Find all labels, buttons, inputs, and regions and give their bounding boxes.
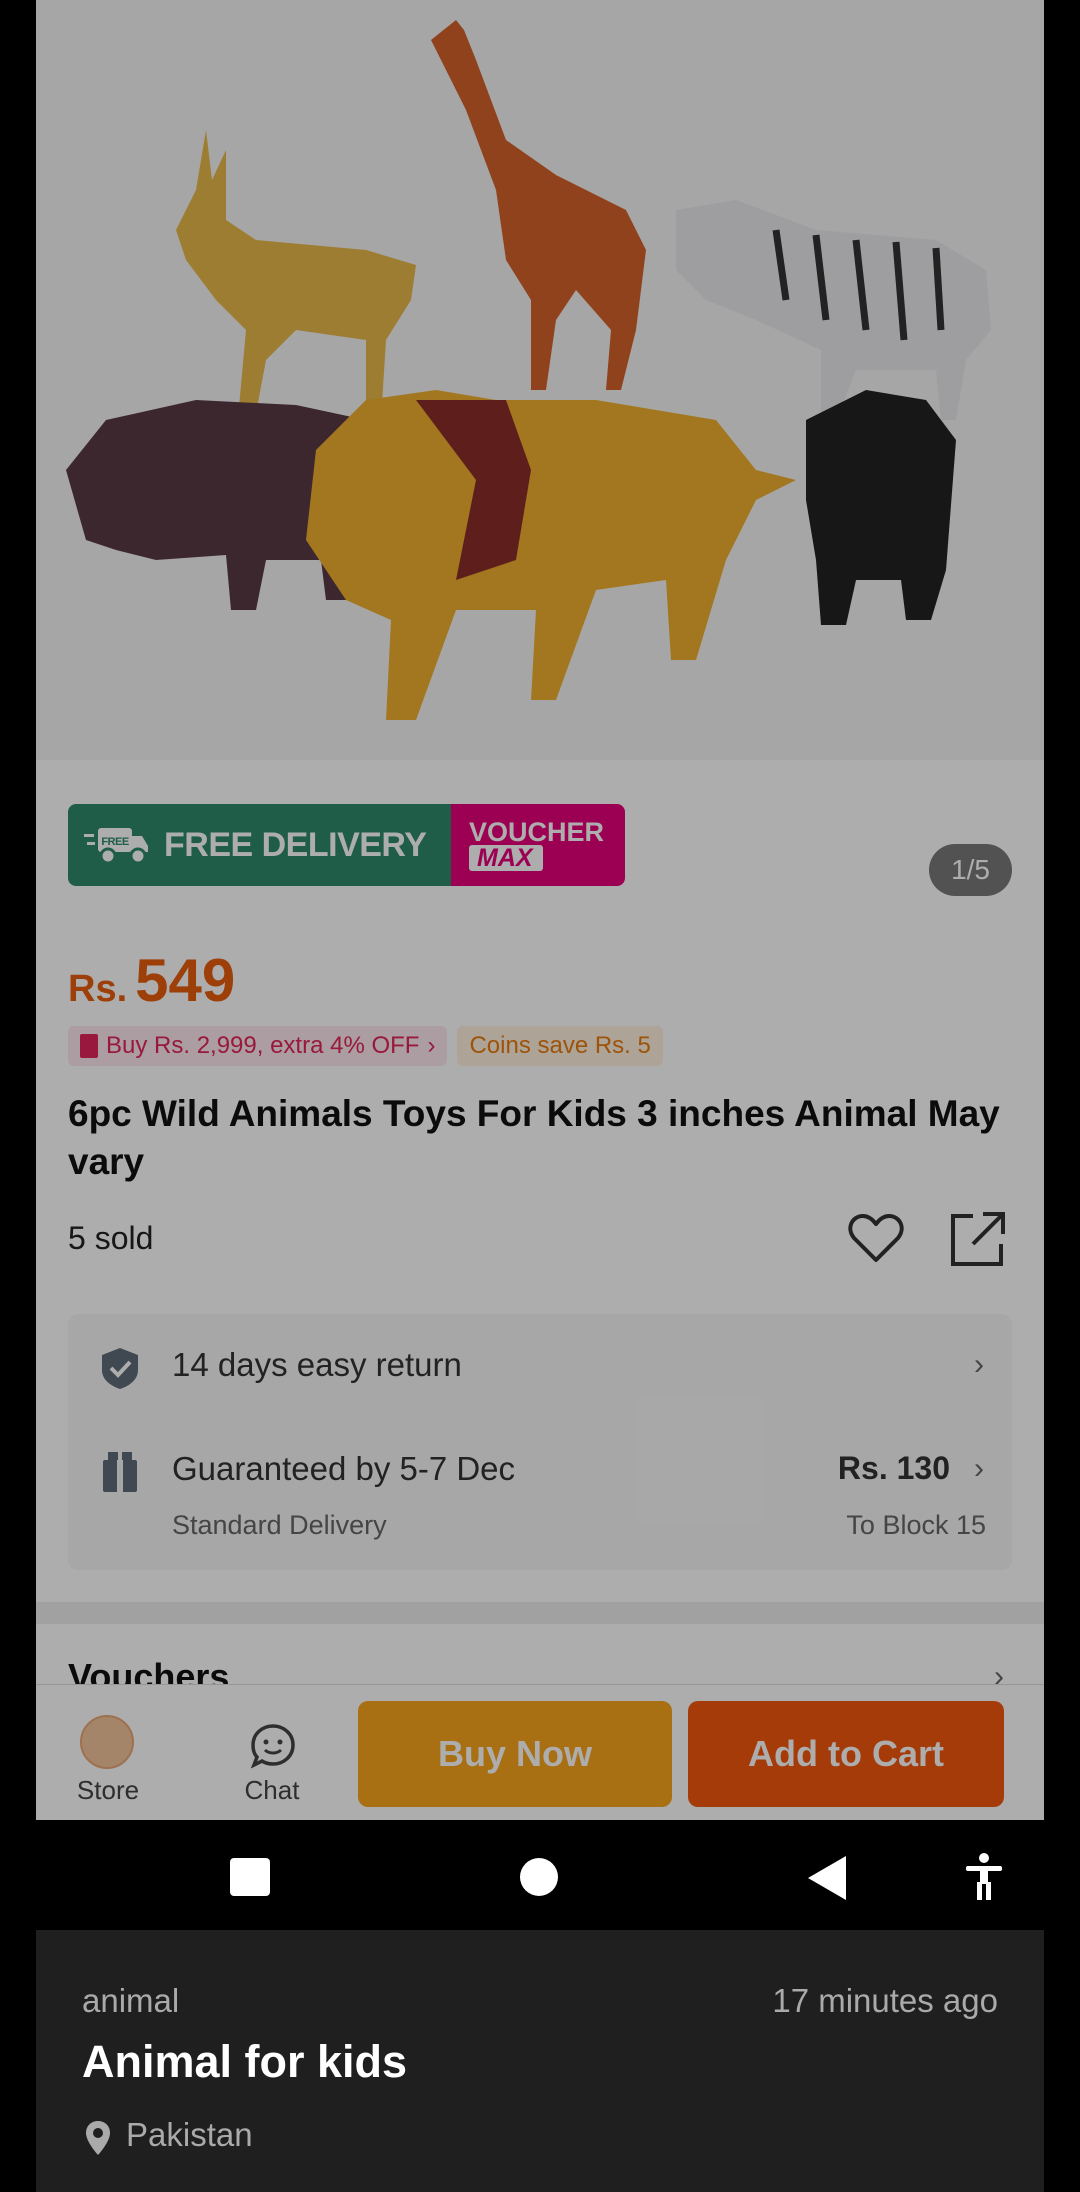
delivery-destination: To Block 15: [846, 1510, 986, 1540]
section-divider: [36, 1602, 1044, 1624]
delivery-truck-icon: FREE: [84, 828, 148, 865]
listing-location: Pakistan: [126, 2116, 253, 2153]
recents-icon[interactable]: [230, 1858, 270, 1896]
voucher-max-badge: VOUCHER MAX: [451, 804, 625, 886]
chevron-right-icon: ›: [974, 1452, 984, 1485]
coins-chip: Coins save Rs. 5: [457, 1026, 663, 1066]
share-icon[interactable]: [949, 1210, 1007, 1268]
system-navigation-bar: [36, 1820, 1044, 1930]
voucher-label: VOUCHER: [469, 817, 605, 847]
back-icon[interactable]: [808, 1856, 846, 1900]
product-image[interactable]: [36, 0, 1044, 760]
wishlist-heart-icon[interactable]: [848, 1212, 904, 1264]
delivery-row[interactable]: Guaranteed by 5-7 Dec Standard Delivery …: [68, 1424, 1012, 1570]
free-delivery-label: FREE DELIVERY: [164, 825, 427, 864]
store-label[interactable]: Store: [68, 1775, 148, 1806]
bundle-discount-chip[interactable]: Buy Rs. 2,999, extra 4% OFF ›: [68, 1026, 448, 1066]
product-title: 6pc Wild Animals Toys For Kids 3 inches …: [68, 1093, 1000, 1182]
home-icon[interactable]: [520, 1858, 558, 1896]
chat-bubble-icon[interactable]: [250, 1723, 296, 1769]
store-avatar-icon[interactable]: [80, 1715, 134, 1769]
bundle-discount-label: Buy Rs. 2,999, extra 4% OFF: [106, 1032, 420, 1059]
listing-title: Animal for kids: [82, 2036, 408, 2087]
return-policy-label: 14 days easy return: [172, 1346, 462, 1383]
chevron-right-icon: ›: [427, 1032, 436, 1059]
max-label: MAX: [469, 845, 543, 871]
phone-screen: FREE FREE DELIVERY VOUCHER MAX 1/5 Rs. 54…: [36, 0, 1044, 2192]
delivery-fee: Rs. 130: [837, 1450, 950, 1486]
free-delivery-badge: FREE FREE DELIVERY: [68, 804, 451, 886]
product-price: Rs. 549: [68, 946, 235, 1015]
sold-count: 5 sold: [68, 1220, 154, 1256]
location-pin-icon: [86, 2121, 110, 2155]
image-pager: 1/5: [929, 844, 1012, 896]
svg-text:FREE: FREE: [101, 836, 129, 848]
return-policy-row[interactable]: 14 days easy return ›: [68, 1314, 1012, 1424]
listing-category: animal: [82, 1982, 180, 2019]
delivery-guarantee-label: Guaranteed by 5-7 Dec: [172, 1450, 516, 1487]
discount-tag-icon: [80, 1034, 98, 1058]
listing-time: 17 minutes ago: [772, 1982, 998, 2019]
buy-now-button[interactable]: Buy Now: [358, 1701, 672, 1807]
service-panel: 14 days easy return › Guaranteed by 5-7 …: [68, 1314, 1012, 1570]
add-to-cart-button[interactable]: Add to Cart: [688, 1701, 1004, 1807]
free-delivery-voucher-banner[interactable]: FREE FREE DELIVERY VOUCHER MAX: [68, 804, 625, 886]
listing-card[interactable]: animal 17 minutes ago Animal for kids Pa…: [36, 1930, 1044, 2192]
promo-chips: Buy Rs. 2,999, extra 4% OFF › Coins save…: [68, 1026, 663, 1066]
package-icon: [103, 1452, 137, 1492]
price-currency: Rs.: [68, 968, 128, 1010]
animal-toys-image: [66, 20, 991, 720]
shield-check-icon: [102, 1348, 138, 1389]
chevron-right-icon: ›: [974, 1348, 984, 1381]
chat-label[interactable]: Chat: [232, 1775, 312, 1806]
accessibility-icon[interactable]: [962, 1852, 1006, 1900]
price-amount: 549: [135, 947, 236, 1014]
delivery-type-label: Standard Delivery: [172, 1510, 387, 1540]
bottom-action-bar: Store Chat Buy Now Add to Cart: [36, 1684, 1044, 1820]
product-page: FREE FREE DELIVERY VOUCHER MAX 1/5 Rs. 54…: [36, 0, 1044, 1820]
